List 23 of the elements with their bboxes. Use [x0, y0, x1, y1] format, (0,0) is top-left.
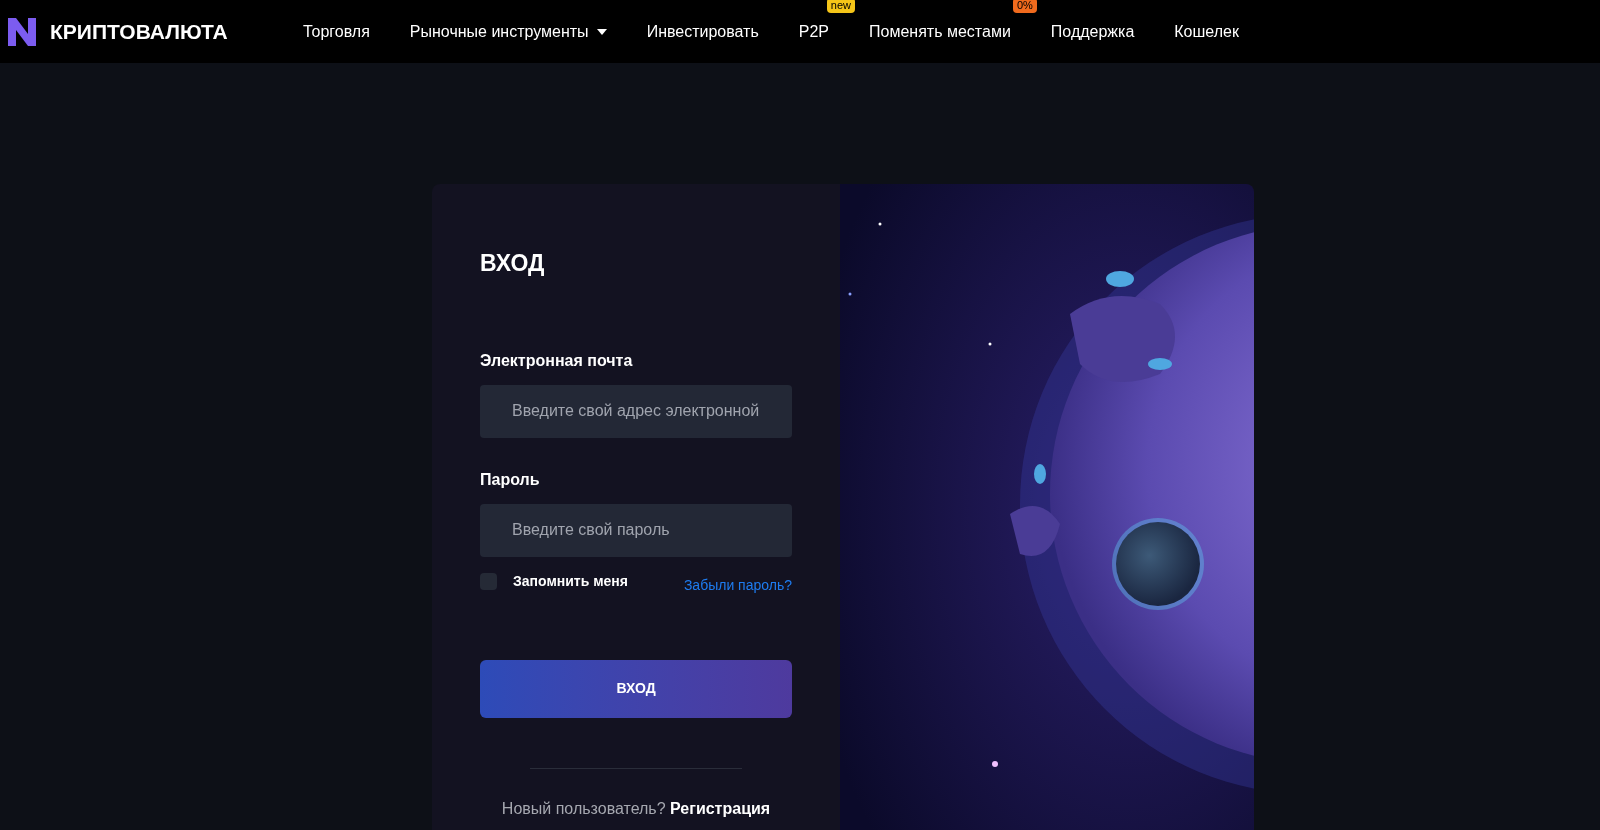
register-prompt: Новый пользователь? Регистрация — [500, 798, 772, 819]
nav-link[interactable]: Рыночные инструменты — [409, 19, 607, 44]
nav-link[interactable]: Инвестировать — [646, 19, 759, 44]
logo-icon — [8, 17, 38, 46]
brand-name: КРИПТОВАЛЮТА — [50, 18, 228, 45]
remember-label: Запомнить меня — [513, 571, 628, 591]
nav-link[interactable]: Поддержка — [1050, 19, 1135, 44]
login-button[interactable]: ВХОД — [480, 659, 792, 718]
nav-link[interactable]: P2P — [798, 19, 830, 44]
nav-link[interactable]: Поменять местами — [869, 19, 1011, 44]
input-field[interactable]: Введите свой пароль — [480, 503, 792, 557]
register-link[interactable]: Регистрация — [670, 799, 771, 817]
nav-badge: 0% — [1012, 0, 1037, 13]
caret-icon — [596, 28, 607, 35]
field-label: Пароль — [480, 469, 541, 490]
nav-badge: new — [826, 0, 856, 13]
forgot-password-link[interactable]: Забыли пароль? — [683, 574, 792, 596]
nav-link[interactable]: Торговля — [303, 19, 370, 44]
login-title: ВХОД — [480, 249, 546, 278]
nav-link[interactable]: Кошелек — [1174, 19, 1239, 44]
remember-checkbox[interactable] — [480, 572, 497, 590]
input-field[interactable]: Введите свой адрес электронной — [480, 384, 792, 438]
field-label: Электронная почта — [480, 350, 634, 371]
